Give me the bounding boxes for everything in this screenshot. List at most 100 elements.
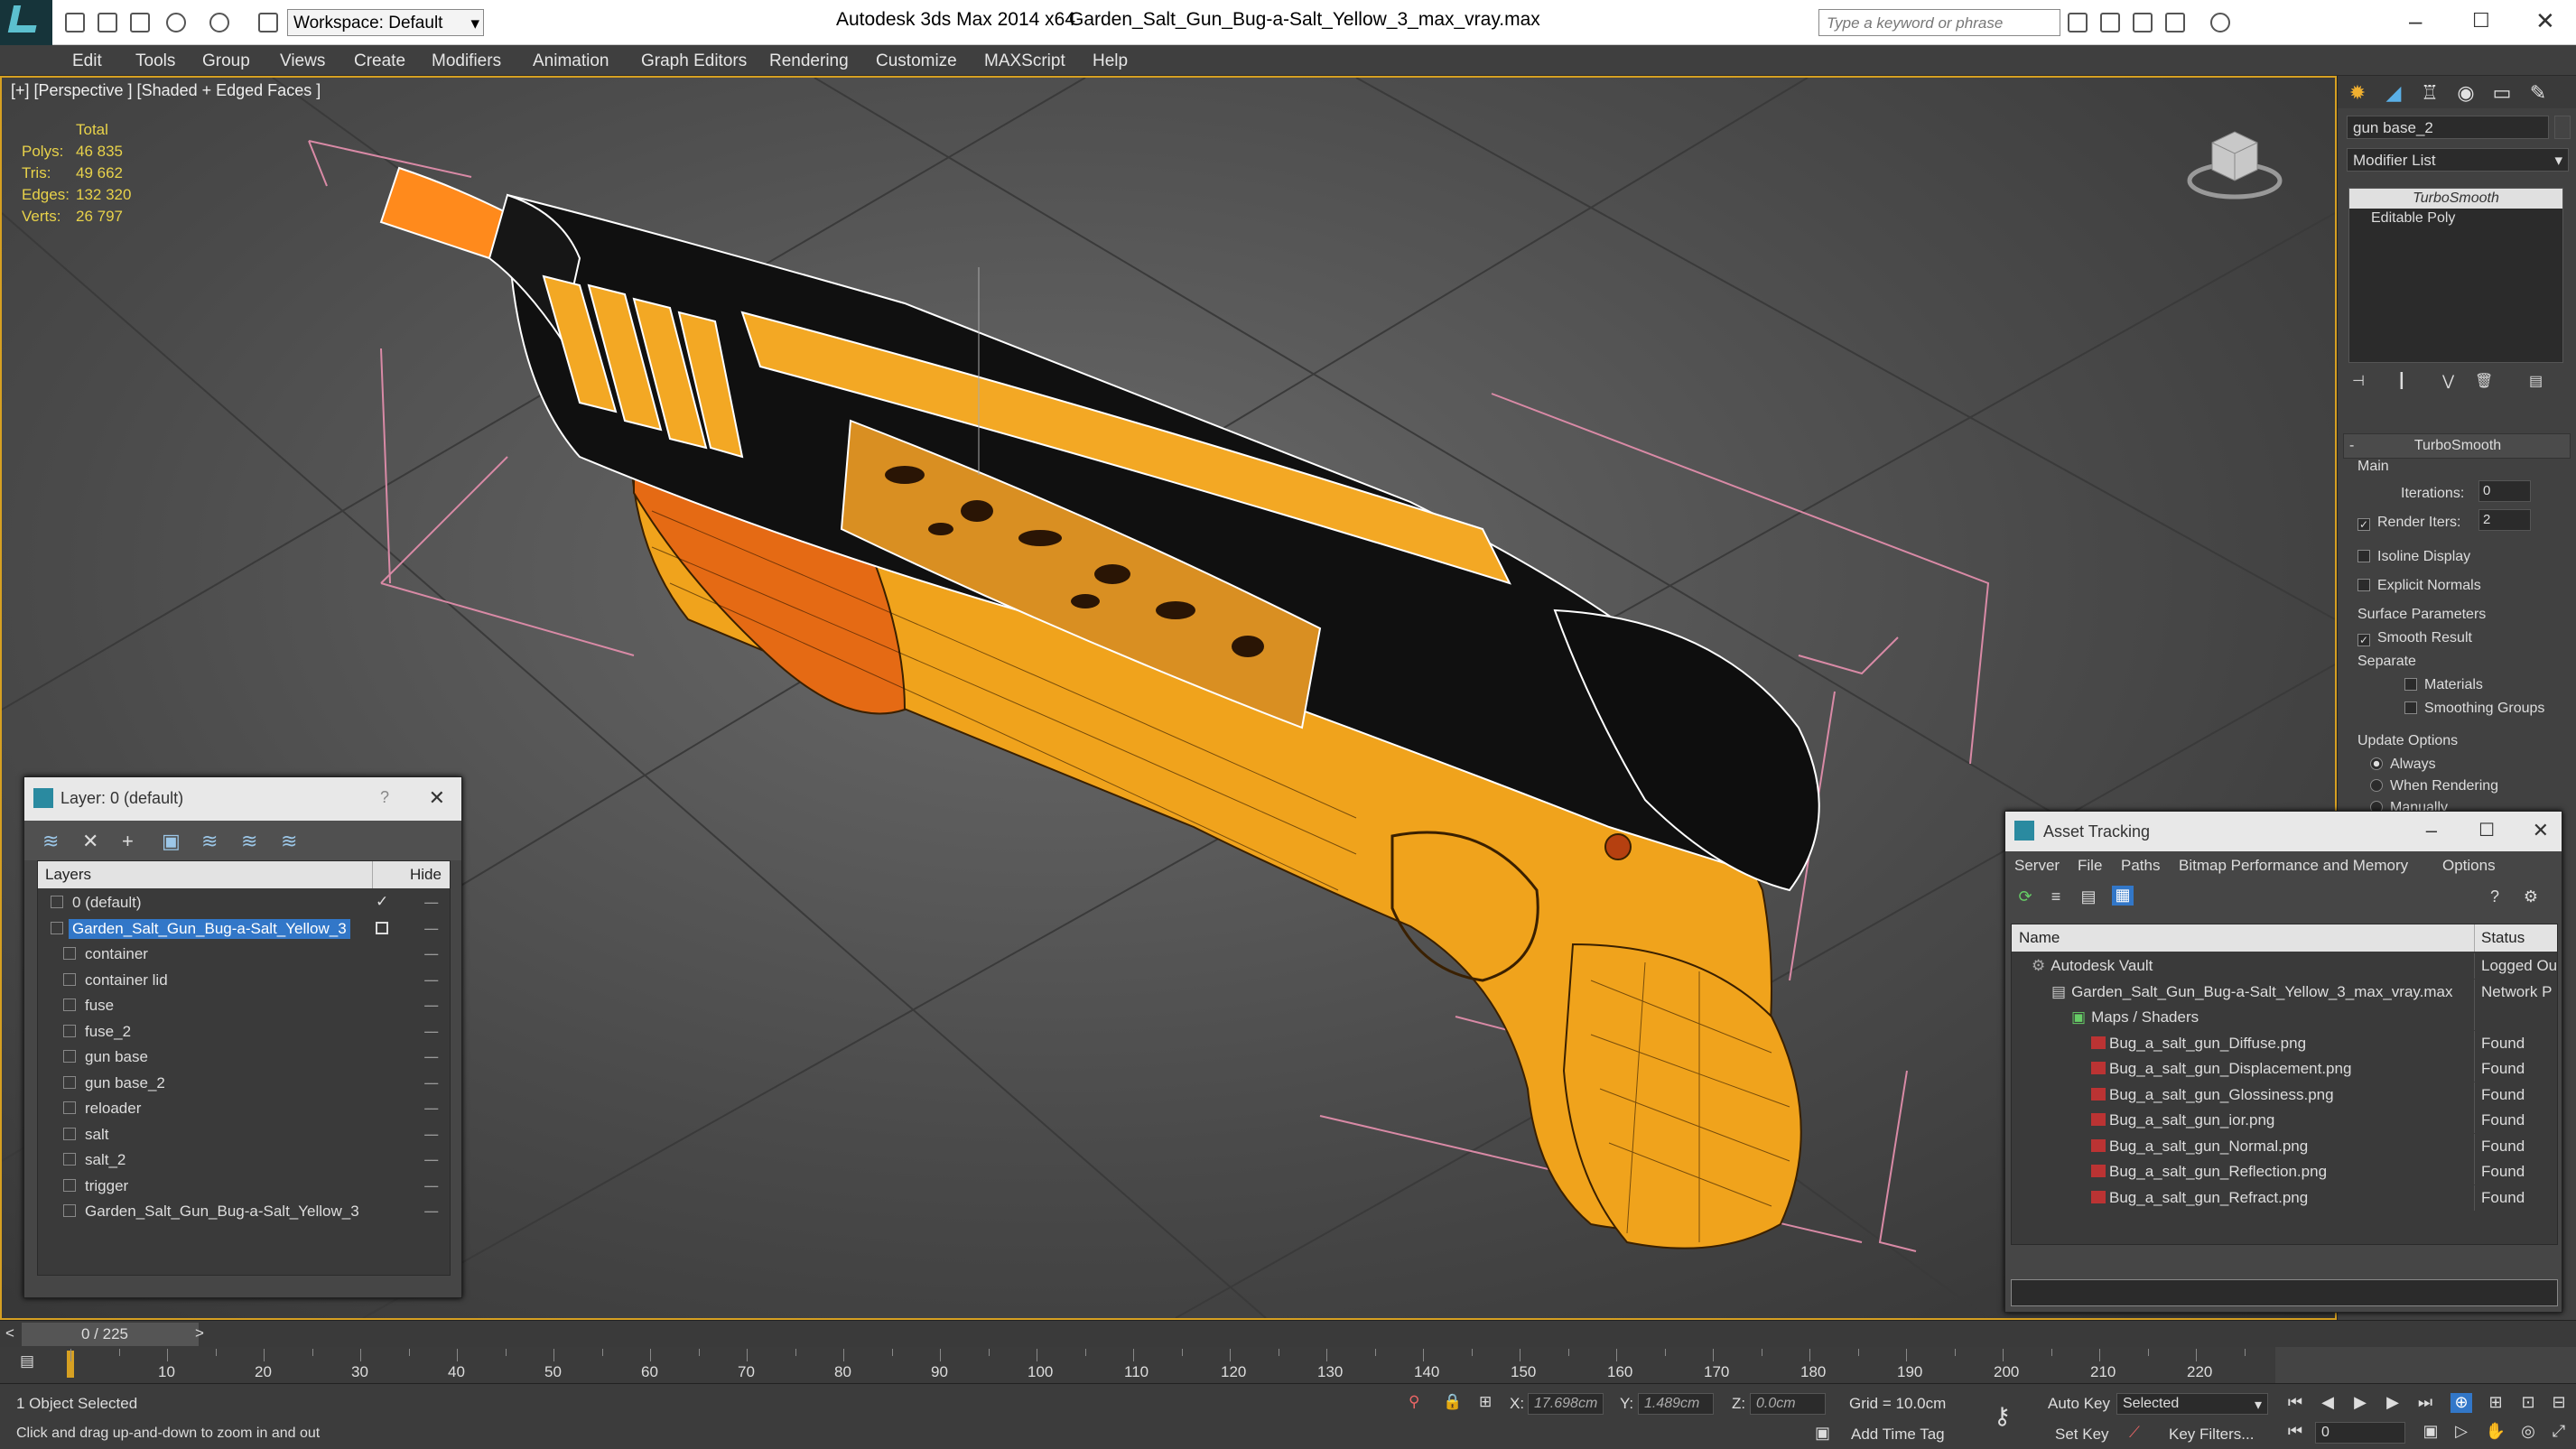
set-key-pencil-icon[interactable]: ⟋ (2129, 1424, 2140, 1442)
asset-row[interactable]: Bug_a_salt_gun_Diffuse.png Found (2012, 1030, 2557, 1056)
hide-toggle[interactable]: ---- (423, 945, 439, 963)
current-frame-field[interactable]: 0 (2315, 1422, 2405, 1444)
menu-help[interactable]: Help (1093, 51, 1128, 71)
binoculars-icon[interactable] (2068, 13, 2088, 33)
maximize-icon[interactable]: ☐ (2472, 9, 2490, 33)
previous-frame-icon[interactable]: ◀ (2317, 1393, 2339, 1413)
undo-icon[interactable] (166, 13, 186, 33)
trackbar-menu-icon[interactable]: ▤ (20, 1352, 34, 1370)
minimize-icon[interactable]: – (2426, 819, 2437, 842)
communication-icon[interactable] (2133, 13, 2153, 33)
asset-row[interactable]: ▣ Maps / Shaders (2012, 1005, 2557, 1030)
zoom-extents-all-icon[interactable]: ⊟ (2548, 1393, 2570, 1413)
delete-layer-icon[interactable]: ✕ (82, 831, 102, 851)
table-view-icon[interactable]: ▦ (2112, 886, 2134, 906)
hide-toggle[interactable]: ---- (423, 920, 439, 938)
redo-icon[interactable] (209, 13, 229, 33)
zoom-icon[interactable]: ⊕ (2450, 1393, 2472, 1413)
settings-icon[interactable]: ⚙ (2520, 887, 2542, 907)
menu-customize[interactable]: Customize (876, 51, 957, 71)
minimize-icon[interactable]: – (2409, 7, 2422, 35)
motion-tab-icon[interactable]: ◉ (2453, 81, 2478, 105)
modifier-list-dropdown[interactable]: Modifier List ▾ (2347, 148, 2569, 172)
modify-tab-icon[interactable]: ◢ (2381, 81, 2406, 105)
y-coordinate-field[interactable]: 1.489cm (1638, 1393, 1714, 1415)
menu-group[interactable]: Group (202, 51, 250, 71)
highlight-layer-icon[interactable]: ≋ (201, 831, 221, 851)
smooth-result-checkbox[interactable]: ✓ Smooth Result (2357, 630, 2472, 646)
help-icon[interactable] (2210, 13, 2230, 33)
time-slider-bar[interactable]: < 0 / 225 > (0, 1320, 2576, 1347)
always-radio[interactable]: Always (2370, 757, 2436, 773)
close-icon[interactable]: ✕ (429, 786, 445, 810)
zoom-extents-icon[interactable]: ⊡ (2517, 1393, 2539, 1413)
play-icon[interactable]: ▶ (2349, 1393, 2371, 1413)
asset-menu-file[interactable]: File (2078, 857, 2102, 875)
save-icon[interactable] (130, 13, 150, 33)
add-to-layer-icon[interactable]: + (122, 831, 142, 851)
configure-sets-icon[interactable]: ▤ (2529, 372, 2543, 390)
current-layer-check-icon[interactable]: ✓ (376, 893, 388, 911)
layer-panel-title-bar[interactable]: Layer: 0 (default) ? ✕ (24, 777, 461, 821)
layer-row[interactable]: fuse_2 ---- (38, 1019, 450, 1045)
layer-row[interactable]: salt ---- (38, 1122, 450, 1147)
asset-tracking-panel[interactable]: Asset Tracking – ☐ ✕ Server File Paths B… (2004, 811, 2562, 1313)
asset-row[interactable]: Bug_a_salt_gun_Normal.png Found (2012, 1133, 2557, 1159)
menu-modifiers[interactable]: Modifiers (432, 51, 501, 71)
key-mode-icon[interactable]: ⏮ (2284, 1422, 2306, 1442)
list-view-icon[interactable]: ≡ (2045, 887, 2067, 907)
project-folder-icon[interactable] (258, 13, 278, 33)
key-filters-button[interactable]: Key Filters... (2169, 1426, 2254, 1444)
auto-key-button[interactable]: Auto Key (2048, 1395, 2110, 1413)
open-icon[interactable] (98, 13, 117, 33)
subscription-icon[interactable] (2100, 13, 2120, 33)
orbit-icon[interactable]: ◎ (2517, 1422, 2539, 1442)
when-rendering-radio[interactable]: When Rendering (2370, 778, 2498, 794)
go-to-end-icon[interactable]: ⏭ (2414, 1393, 2436, 1413)
maximize-icon[interactable]: ☐ (2478, 819, 2495, 841)
stack-item-turbosmooth[interactable]: TurboSmooth (2349, 189, 2562, 209)
asset-panel-title-bar[interactable]: Asset Tracking – ☐ ✕ (2005, 812, 2562, 851)
isolate-selection-icon[interactable]: ⚲ (1409, 1393, 1419, 1411)
asset-path-field[interactable] (2011, 1279, 2558, 1306)
menu-rendering[interactable]: Rendering (769, 51, 849, 71)
hide-toggle[interactable]: ---- (423, 1177, 439, 1195)
hierarchy-tab-icon[interactable]: ♖ (2417, 81, 2442, 105)
remove-modifier-icon[interactable]: 🗑 (2475, 372, 2493, 390)
asset-row[interactable]: ⚙ Autodesk Vault Logged Ou (2012, 953, 2557, 979)
workspace-dropdown[interactable]: Workspace: Default ▾ (287, 9, 484, 36)
menu-graph-editors[interactable]: Graph Editors (641, 51, 747, 71)
iterations-spinner[interactable]: 0 (2478, 480, 2531, 502)
explicit-normals-checkbox[interactable]: Explicit Normals (2357, 578, 2481, 594)
asset-row[interactable]: Bug_a_salt_gun_Glossiness.png Found (2012, 1082, 2557, 1108)
create-tab-icon[interactable]: ✹ (2345, 81, 2370, 105)
menu-tools[interactable]: Tools (135, 51, 175, 71)
hide-toggle[interactable]: ---- (423, 1048, 439, 1066)
layer-row[interactable]: trigger ---- (38, 1174, 450, 1199)
help-question-icon[interactable]: ? (380, 788, 389, 807)
field-of-view-icon[interactable]: ▷ (2450, 1422, 2472, 1442)
asset-menu-options[interactable]: Options (2442, 857, 2496, 875)
object-color-swatch[interactable] (2554, 116, 2571, 139)
materials-checkbox[interactable]: Materials (2404, 677, 2483, 693)
app-logo[interactable] (0, 0, 52, 45)
search-input[interactable]: Type a keyword or phrase (1818, 9, 2060, 36)
set-key-button[interactable]: Set Key (2055, 1426, 2109, 1444)
layer-row[interactable]: container ---- (38, 942, 450, 967)
zoom-all-icon[interactable]: ⊞ (2485, 1393, 2506, 1413)
hide-toggle[interactable]: ---- (423, 971, 439, 989)
layer-row[interactable]: 0 (default) ✓ ---- (38, 890, 450, 915)
selection-set-dropdown[interactable]: Selected ▾ (2116, 1393, 2268, 1415)
hide-toggle[interactable]: ---- (423, 1126, 439, 1144)
asset-row[interactable]: Bug_a_salt_gun_Displacement.png Found (2012, 1056, 2557, 1082)
menu-animation[interactable]: Animation (533, 51, 609, 71)
display-tab-icon[interactable]: ▭ (2489, 81, 2515, 105)
asset-menu-bitmap[interactable]: Bitmap Performance and Memory (2179, 857, 2408, 875)
key-icon[interactable]: ⚷ (1994, 1402, 2011, 1430)
asset-menu-paths[interactable]: Paths (2121, 857, 2160, 875)
help-icon[interactable]: ? (2484, 887, 2506, 907)
make-unique-icon[interactable]: ⋁ (2442, 372, 2454, 390)
menu-maxscript[interactable]: MAXScript (984, 51, 1065, 71)
hide-toggle[interactable]: ---- (423, 997, 439, 1015)
asset-menu-server[interactable]: Server (2014, 857, 2060, 875)
